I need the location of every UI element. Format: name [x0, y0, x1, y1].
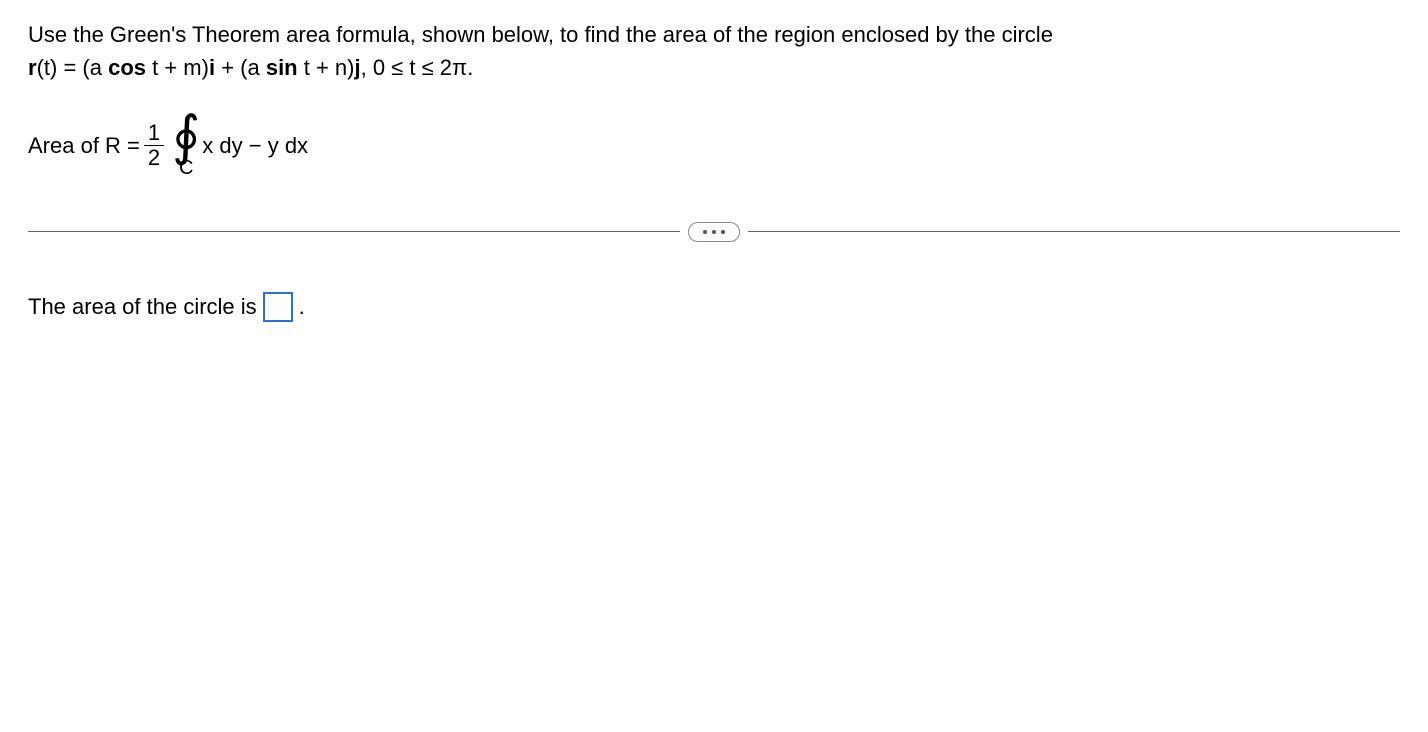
mid2: t + n) — [298, 55, 355, 80]
section-divider — [28, 220, 1400, 244]
r-symbol: r — [28, 55, 37, 80]
integrand: x dy − y dx — [202, 133, 308, 159]
problem-statement: Use the Green's Theorem area formula, sh… — [28, 18, 1400, 84]
integral-subscript: C — [179, 157, 193, 180]
answer-prefix: The area of the circle is — [28, 294, 257, 320]
divider-line-left — [28, 231, 680, 232]
t-paren: (t) = (a — [37, 55, 109, 80]
answer-prompt: The area of the circle is . — [28, 292, 1400, 322]
problem-line1: Use the Green's Theorem area formula, sh… — [28, 22, 1053, 47]
expand-button[interactable] — [688, 222, 740, 242]
mid1: t + m) — [146, 55, 209, 80]
plus: + (a — [215, 55, 266, 80]
sin-text: sin — [266, 55, 298, 80]
answer-input[interactable] — [263, 292, 293, 322]
cos-text: cos — [108, 55, 146, 80]
ellipsis-icon — [703, 230, 725, 234]
contour-integral: ∮ C — [172, 112, 200, 180]
fraction-numerator: 1 — [144, 121, 164, 146]
answer-suffix: . — [299, 294, 305, 320]
fraction-denominator: 2 — [144, 146, 164, 170]
divider-line-right — [748, 231, 1400, 232]
area-formula: Area of R = 1 2 ∮ C x dy − y dx — [28, 112, 1400, 180]
integral-icon: ∮ — [172, 112, 200, 161]
one-half-fraction: 1 2 — [144, 121, 164, 170]
formula-lhs: Area of R = — [28, 133, 140, 159]
range: , 0 ≤ t ≤ 2π. — [361, 55, 474, 80]
